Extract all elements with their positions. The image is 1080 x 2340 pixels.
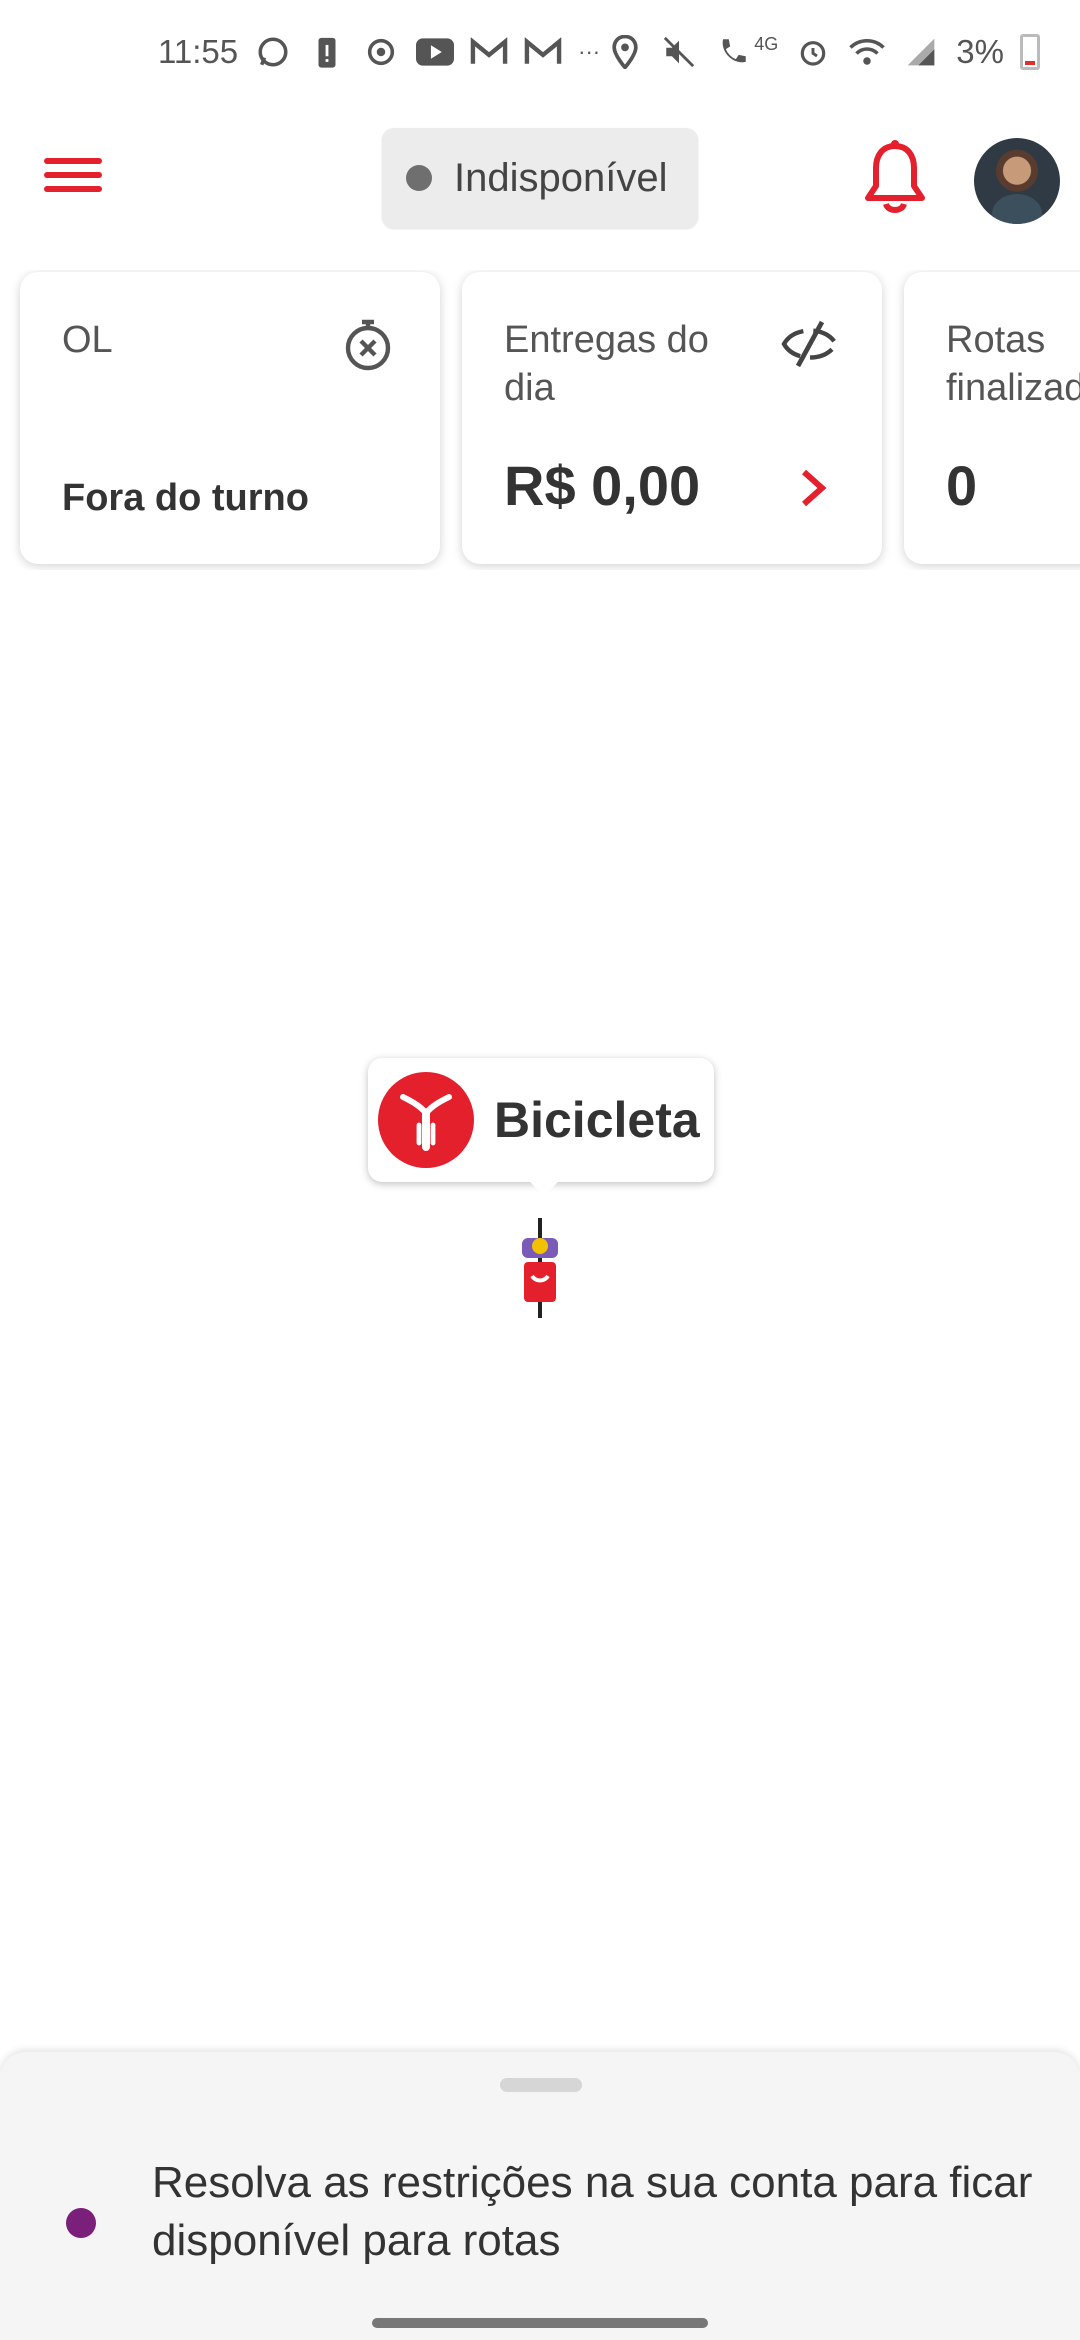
courier-location-marker[interactable]	[510, 1218, 570, 1318]
area-label: VILA DEODORO	[20, 1124, 221, 1152]
availability-status-label: Indisponível	[454, 155, 668, 200]
shift-status-value: Fora do turno	[62, 477, 309, 519]
gmail-icon	[524, 33, 562, 71]
routes-card-label: Rotas finalizadas	[946, 319, 1080, 409]
street-label: R. Moreira e Costa	[695, 2000, 898, 2039]
street-label: R. da Imprensa	[427, 1846, 582, 1956]
volte-icon	[714, 33, 752, 71]
availability-status-button[interactable]: Indisponível	[382, 128, 698, 228]
system-nav-bar	[0, 2300, 1080, 2340]
restriction-message[interactable]: Resolva as restrições na sua conta para …	[152, 2154, 1052, 2270]
street-label: R. Rino Levi	[18, 1812, 149, 1839]
overflow-indicator: ···	[578, 39, 601, 64]
whatsapp-icon	[254, 33, 292, 71]
street-label: R. Mesquita	[224, 1173, 269, 1304]
wifi-icon	[848, 33, 886, 71]
earnings-card-label: Entregas do dia	[504, 319, 709, 409]
area-label: JARDIM DA GLORIA	[158, 1345, 302, 1403]
street-label: R. Itapari	[734, 1398, 827, 1482]
alarm-icon	[794, 33, 832, 71]
street-label: SP-160	[494, 1582, 578, 1641]
area-label: VILA MONUMENTO	[600, 973, 776, 1031]
signal-icon	[902, 33, 940, 71]
top-bar: Indisponível	[0, 104, 1080, 254]
shift-card[interactable]: OL Fora do turno	[20, 272, 440, 564]
street-label: Rua Padre Marchetti	[807, 1926, 1029, 1969]
street-label: Praça do Monumento	[870, 1347, 913, 1578]
mute-icon	[660, 33, 698, 71]
battery-alert-icon	[308, 33, 346, 71]
routes-card[interactable]: Rotas finalizadas 0	[904, 272, 1080, 564]
routes-value: 0	[946, 454, 978, 517]
bottom-sheet[interactable]: Resolva as restrições na sua conta para …	[0, 2052, 1080, 2340]
bell-icon[interactable]	[862, 138, 928, 218]
location-icon	[606, 33, 644, 71]
status-bar: 11:55 ··· 4G 3%	[0, 0, 1080, 104]
street-label: R. Oliveira Lima	[350, 820, 459, 982]
street-label: R. João Lopes	[9, 1914, 164, 1998]
vehicle-callout[interactable]: Bicicleta	[368, 1058, 714, 1196]
street-label: R. Cel. Diogo	[54, 1236, 197, 1263]
park-label: Parque Independência	[834, 1604, 1058, 1684]
sheet-drag-handle[interactable]	[500, 2078, 582, 2092]
street-label: R. Gama Cerqueira	[296, 705, 376, 913]
street-label: R. Crisólita	[289, 1512, 386, 1620]
street-label: R. Backe	[386, 583, 442, 685]
google-logo: Google	[11, 1960, 166, 2014]
earnings-value: R$ 0,00	[504, 454, 701, 517]
area-label: JARDIM GLORIA	[514, 1418, 722, 1446]
summary-cards[interactable]: OL Fora do turno Entregas do dia R$ 0,00…	[0, 270, 1080, 570]
street-label: R. Bom Pastor	[1053, 1380, 1080, 1539]
battery-icon	[1020, 34, 1040, 70]
vehicle-label: Bicicleta	[494, 1092, 700, 1148]
battery-percent: 3%	[956, 33, 1004, 70]
stopwatch-icon	[340, 316, 396, 372]
status-dot	[66, 2208, 96, 2238]
bicycle-icon	[378, 1072, 474, 1168]
status-dot	[406, 165, 432, 191]
street-label: Av. Teresa Cristina	[942, 1028, 1060, 1217]
chevron-right-icon[interactable]	[798, 468, 828, 508]
eye-off-icon[interactable]	[778, 316, 842, 372]
earnings-card[interactable]: Entregas do dia R$ 0,00	[462, 272, 882, 564]
clock: 11:55	[158, 33, 239, 70]
avatar[interactable]	[974, 138, 1060, 224]
street-label: R. Dr. Mário Vicente	[420, 1730, 614, 1873]
gmail-icon	[470, 33, 508, 71]
menu-icon[interactable]	[40, 150, 106, 210]
street-label: Av. Dom Pedro I	[891, 980, 931, 1156]
street-label: R. Cláudio Rossi	[12, 1490, 191, 1517]
street-label: Av. Lac	[98, 567, 141, 650]
network-type: 4G	[754, 33, 779, 54]
app-icon	[362, 33, 400, 71]
street-label: R. Heit	[284, 1061, 362, 1102]
youtube-icon	[416, 33, 455, 71]
home-gesture-bar[interactable]	[372, 2318, 708, 2328]
